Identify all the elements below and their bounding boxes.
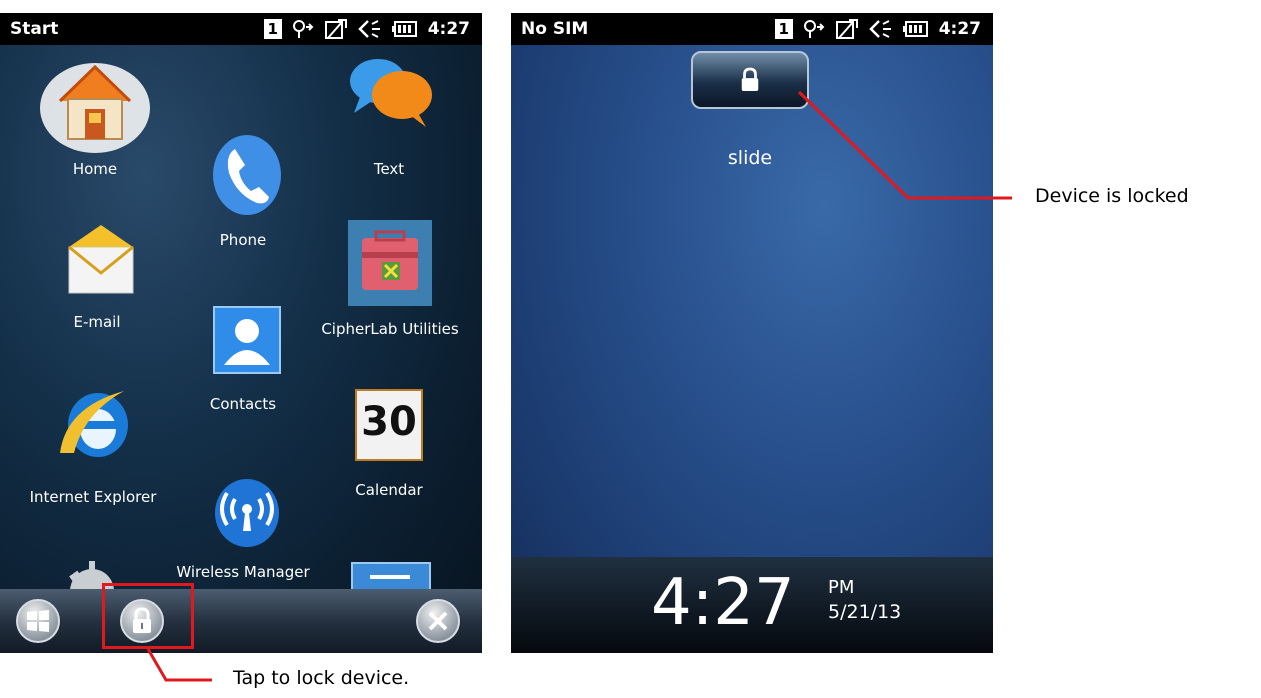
lock-hint-caption: Tap to lock device.	[233, 667, 410, 689]
locked-caption: Device is locked	[1035, 185, 1189, 207]
callout-lines	[146, 90, 1012, 682]
